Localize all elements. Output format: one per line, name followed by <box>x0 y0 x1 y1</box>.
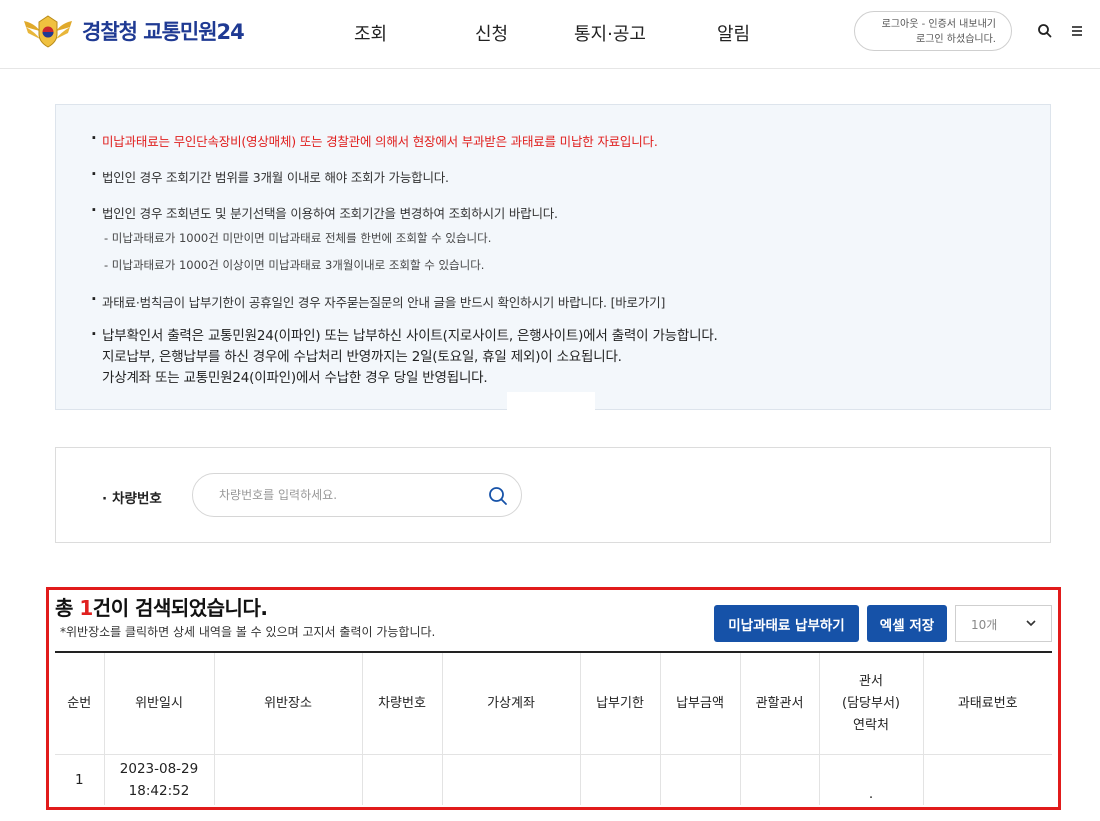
table-row[interactable]: 1 2023-08-29 18:42:52 . <box>55 754 1052 806</box>
col-header-contact: 관서 (담당부서) 연락처 <box>819 652 924 755</box>
cell-due <box>580 754 661 805</box>
col-header-date: 위반일시 <box>104 652 215 755</box>
cell-contact: . <box>819 754 924 805</box>
col-header-fine-no: 과태료번호 <box>923 652 1052 755</box>
cell-no: 1 <box>55 754 105 805</box>
cell-office <box>740 754 820 805</box>
col-header-car: 차량번호 <box>362 652 443 755</box>
search-submit-icon[interactable] <box>487 485 509 507</box>
police-emblem-icon <box>24 15 72 48</box>
login-status-line2: 로그인 하셨습니다. <box>916 34 996 45</box>
nav-item-alert[interactable]: 알림 <box>717 20 750 46</box>
result-count: 1 <box>79 596 93 620</box>
notice-subitem-2: - 미납과태료가 1000건 이상이면 미납과태료 3개월이내로 조회할 수 있… <box>104 258 485 272</box>
cell-date: 2023-08-29 18:42:52 <box>104 754 215 805</box>
cell-account <box>442 754 581 805</box>
chevron-down-icon <box>1026 620 1036 627</box>
nav-item-apply[interactable]: 신청 <box>475 20 508 46</box>
cell-fine-no <box>923 755 1052 806</box>
vehicle-number-input[interactable] <box>192 473 522 517</box>
notice-box: 미납과태료는 무인단속장비(영상매체) 또는 경찰관에 의해서 현장에서 부과받… <box>55 104 1051 411</box>
col-header-due: 납부기한 <box>580 652 661 755</box>
pay-fines-button[interactable]: 미납과태료 납부하기 <box>714 605 859 642</box>
col-header-amount: 납부금액 <box>660 652 741 755</box>
col-header-no: 순번 <box>55 652 105 755</box>
page-size-select[interactable]: 10개 <box>955 605 1052 642</box>
notice-item-1: 미납과태료는 무인단속장비(영상매체) 또는 경찰관에 의해서 현장에서 부과받… <box>91 129 658 150</box>
search-icon[interactable] <box>1036 22 1054 40</box>
site-logo[interactable]: 경찰청 교통민원24 <box>22 13 245 49</box>
table-header-row: 순번 위반일시 위반장소 차량번호 가상계좌 납부기한 납부금액 관할관서 관서… <box>55 652 1052 755</box>
nav-item-inquiry[interactable]: 조회 <box>354 20 387 46</box>
col-header-account: 가상계좌 <box>442 652 581 755</box>
result-help-text: *위반장소를 클릭하면 상세 내역을 볼 수 있으며 고지서 출력이 가능합니다… <box>60 625 436 639</box>
cell-place[interactable] <box>214 754 363 805</box>
login-status-box[interactable]: 로그아웃 - 인증서 내보내기 로그인 하셨습니다. <box>854 11 1012 51</box>
payment-line-1: 납부확인서 출력은 교통민원24(이파인) 또는 납부하신 사이트(지로사이트,… <box>102 328 718 344</box>
result-count-title: 총 1건이 검색되었습니다. <box>55 592 268 621</box>
payment-line-2: 지로납부, 은행납부를 하신 경우에 수납처리 반영까지는 2일(토요일, 휴일… <box>102 349 622 365</box>
login-status-line1: 로그아웃 - 인증서 내보내기 <box>881 19 996 30</box>
cell-date-day: 2023-08-29 <box>119 761 199 777</box>
nav-item-notice[interactable]: 통지·공고 <box>574 20 646 46</box>
site-header: 경찰청 교통민원24 조회 신청 통지·공고 알림 로그아웃 - 인증서 내보내… <box>0 0 1100 69</box>
notice-item-2: 법인인 경우 조회기간 범위를 3개월 이내로 해야 조회가 가능합니다. <box>91 165 449 186</box>
result-title-prefix: 총 <box>55 596 80 620</box>
notice-item-3: 법인인 경우 조회년도 및 분기선택을 이용하여 조회기간을 변경하여 조회하시… <box>91 201 558 222</box>
menu-icon[interactable] <box>1068 22 1086 40</box>
page-size-value: 10개 <box>971 618 998 632</box>
masked-strip <box>507 392 595 411</box>
col-header-place: 위반장소 <box>214 652 363 755</box>
cell-car <box>362 754 443 805</box>
notice-subitem-1: - 미납과태료가 1000건 미만이면 미납과태료 전체를 한번에 조회할 수 … <box>104 231 492 245</box>
notice-item-4[interactable]: 과태료·범칙금이 납부기한이 공휴일인 경우 자주묻는질문의 안내 글을 반드시… <box>91 290 665 311</box>
excel-save-button[interactable]: 엑셀 저장 <box>867 605 947 642</box>
cell-date-time: 18:42:52 <box>128 783 190 799</box>
vehicle-search-panel: 차량번호 <box>55 447 1051 543</box>
fines-table: 순번 위반일시 위반장소 차량번호 가상계좌 납부기한 납부금액 관할관서 관서… <box>55 651 1052 805</box>
notice-payment-info: 납부확인서 출력은 교통민원24(이파인) 또는 납부하신 사이트(지로사이트,… <box>91 324 718 389</box>
vehicle-number-label: 차량번호 <box>102 487 162 507</box>
result-title-suffix: 건이 검색되었습니다. <box>92 596 268 620</box>
payment-line-3: 가상계좌 또는 교통민원24(이파인)에서 수납한 경우 당일 반영됩니다. <box>102 370 488 386</box>
col-header-office: 관할관서 <box>740 652 820 755</box>
cell-amount <box>660 754 741 805</box>
logo-title: 경찰청 교통민원24 <box>82 20 245 44</box>
